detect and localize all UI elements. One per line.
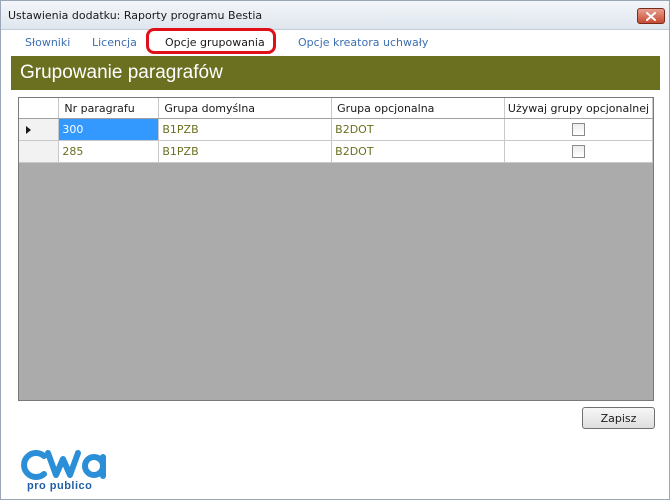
cell-optional-group[interactable]: B2DOT xyxy=(331,140,505,163)
section-header: Grupowanie paragrafów xyxy=(11,56,660,90)
column-header-use-optional[interactable]: Używaj grupy opcjonalnej xyxy=(504,98,653,119)
grid-table: Nr paragrafu Grupa domyślna Grupa opcjon… xyxy=(19,98,653,163)
cwa-logo: pro publico xyxy=(18,447,110,495)
paragraph-grid[interactable]: Nr paragrafu Grupa domyślna Grupa opcjon… xyxy=(18,97,654,401)
table-row[interactable]: 300 B1PZB B2DOT xyxy=(19,118,653,141)
tab-slowniki[interactable]: Słowniki xyxy=(25,35,70,51)
row-header[interactable] xyxy=(19,118,60,141)
row-header-corner xyxy=(19,98,60,119)
cell-default-group[interactable]: B1PZB xyxy=(158,140,333,163)
use-optional-checkbox[interactable] xyxy=(571,145,585,159)
cell-use-optional[interactable] xyxy=(504,118,653,141)
tab-opcje-grupowania[interactable]: Opcje grupowania xyxy=(165,35,265,51)
use-optional-checkbox[interactable] xyxy=(571,123,585,137)
grid-header-row: Nr paragrafu Grupa domyślna Grupa opcjon… xyxy=(19,98,653,119)
cell-use-optional[interactable] xyxy=(504,140,653,163)
tab-licencja[interactable]: Licencja xyxy=(92,35,137,51)
close-icon xyxy=(646,11,656,21)
cell-nr[interactable]: 300 xyxy=(58,118,160,141)
cwa-logo-mark xyxy=(21,450,106,480)
current-row-arrow-icon xyxy=(26,125,31,134)
close-button[interactable] xyxy=(637,8,665,24)
cell-optional-group[interactable]: B2DOT xyxy=(331,118,505,141)
column-header-default-group[interactable]: Grupa domyślna xyxy=(158,98,333,119)
row-header[interactable] xyxy=(19,140,60,163)
tab-opcje-kreatora-uchwaly[interactable]: Opcje kreatora uchwały xyxy=(298,35,428,51)
column-header-optional-group[interactable]: Grupa opcjonalna xyxy=(331,98,505,119)
save-button[interactable]: Zapisz xyxy=(582,407,655,429)
table-row[interactable]: 285 B1PZB B2DOT xyxy=(19,140,653,163)
window-title: Ustawienia dodatku: Raporty programu Bes… xyxy=(8,9,263,22)
tab-strip: Słowniki Licencja Opcje grupowania Opcje… xyxy=(1,31,669,55)
column-header-nr[interactable]: Nr paragrafu xyxy=(58,98,160,119)
cell-nr[interactable]: 285 xyxy=(58,140,160,163)
title-bar[interactable]: Ustawienia dodatku: Raporty programu Bes… xyxy=(1,1,669,30)
cell-default-group[interactable]: B1PZB xyxy=(158,118,333,141)
settings-window: Ustawienia dodatku: Raporty programu Bes… xyxy=(0,0,670,500)
section-title: Grupowanie paragrafów xyxy=(20,62,223,83)
logo-subtitle: pro publico xyxy=(27,480,93,492)
